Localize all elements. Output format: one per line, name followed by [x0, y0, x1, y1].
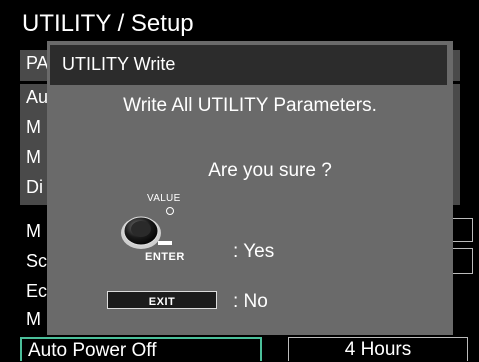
no-option: : No	[233, 291, 268, 312]
dialog-question: Are you sure ?	[208, 160, 332, 181]
auto-power-off-label: Auto Power Off	[28, 340, 157, 361]
param-row-label: Sc	[26, 251, 48, 271]
enter-label: ENTER	[145, 251, 185, 263]
exit-button[interactable]: EXIT	[107, 291, 217, 309]
param-row-label: Au	[26, 87, 49, 107]
param-row-label: Di	[26, 177, 43, 197]
value-cell[interactable]	[452, 248, 473, 274]
utility-setup-screen: UTILITY / Setup PA Au M M Di M Sc Ec M A…	[0, 0, 479, 361]
auto-power-off-value-text: 4 Hours	[344, 339, 412, 360]
dialog-message: Write All UTILITY Parameters.	[123, 95, 377, 116]
auto-power-off-row[interactable]: Auto Power Off 4 Hours	[20, 337, 468, 361]
dialog-title-bar: UTILITY Write	[50, 45, 447, 85]
value-knob-control[interactable]: VALUE ENTER	[113, 191, 233, 263]
led-indicator-icon	[166, 207, 174, 215]
param-row-label: M	[26, 117, 41, 137]
page-title: UTILITY / Setup	[22, 10, 194, 37]
exit-label: EXIT	[148, 296, 176, 308]
enter-key[interactable]: ENTER	[145, 241, 185, 265]
dialog-title: UTILITY Write	[62, 54, 176, 74]
param-row-label: M	[26, 147, 41, 167]
param-row-label: M	[26, 221, 41, 241]
param-row-label: PA	[26, 53, 49, 73]
utility-write-dialog: UTILITY Write Write All UTILITY Paramete…	[47, 41, 453, 335]
yes-option: : Yes	[233, 241, 275, 262]
param-row-label: Ec	[26, 281, 48, 301]
enter-key-cap-icon	[157, 241, 172, 245]
param-row-label: M	[26, 309, 41, 329]
value-label: VALUE	[147, 193, 181, 204]
value-cell[interactable]	[452, 218, 473, 242]
auto-power-off-param[interactable]: Auto Power Off	[20, 337, 262, 361]
auto-power-off-value[interactable]: 4 Hours	[288, 337, 468, 361]
